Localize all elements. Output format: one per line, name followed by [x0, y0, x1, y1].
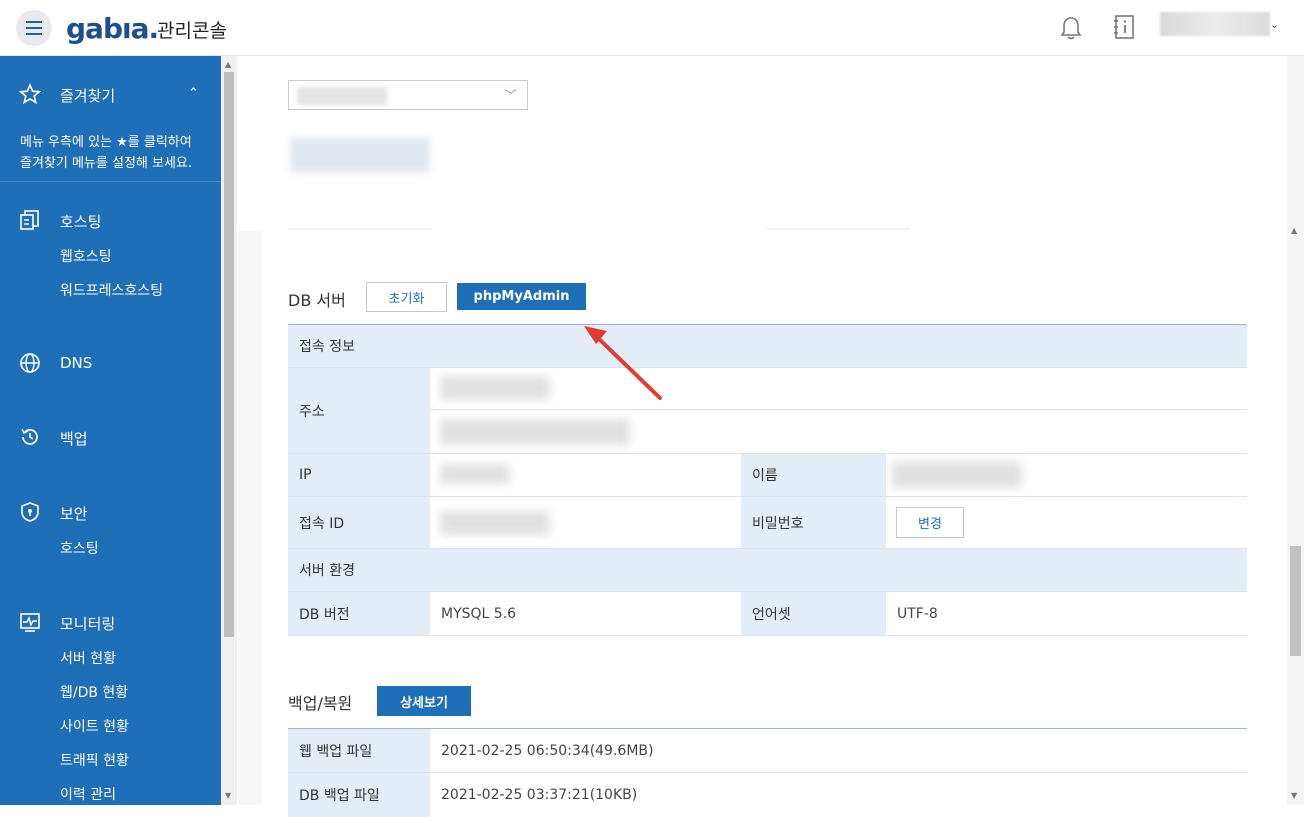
user-menu-caret-icon[interactable]: ⌄	[1270, 18, 1279, 31]
db-version-value: MYSQL 5.6	[430, 592, 741, 635]
favorites-desc-line1: 메뉴 우측에 있는 ★를 클릭하여	[20, 135, 192, 150]
sidebar-item-hosting[interactable]: 호스팅	[60, 211, 101, 232]
db-version-label: DB 버전	[288, 592, 430, 635]
password-label: 비밀번호	[741, 497, 886, 548]
table-row: DB 버전 MYSQL 5.6 언어셋 UTF-8	[288, 592, 1247, 636]
backup-title: 백업/복원	[288, 694, 353, 713]
app-title: 관리콘솔	[157, 20, 227, 42]
charset-value: UTF-8	[886, 592, 1247, 635]
sidebar-item-security[interactable]: 보안	[60, 503, 88, 524]
favorites-collapse-icon[interactable]: ⌃	[188, 86, 199, 101]
sidebar-scrollbar[interactable]: ▲ ▼	[221, 56, 237, 805]
notice-icon[interactable]	[1113, 14, 1135, 40]
top-header: gabıa. 관리콘솔 ⌄	[0, 0, 1304, 56]
globe-icon	[20, 353, 40, 373]
bell-icon[interactable]	[1060, 16, 1082, 40]
db-backup-value: 2021-02-25 03:37:21(10KB)	[430, 773, 1247, 817]
sidebar-item-web-hosting[interactable]: 웹호스팅	[60, 246, 112, 266]
address-label: 주소	[288, 368, 430, 453]
charset-label: 언어셋	[741, 592, 886, 635]
scroll-down-icon[interactable]: ▼	[225, 791, 231, 800]
table-row: 웹 백업 파일 2021-02-25 06:50:34(49.6MB)	[288, 729, 1247, 773]
scroll-down-icon[interactable]: ▼	[1291, 791, 1297, 800]
backup-detail-button[interactable]: 상세보기	[377, 686, 471, 716]
address-value-1	[430, 368, 1247, 410]
ip-value	[430, 454, 741, 496]
change-password-button[interactable]: 변경	[896, 507, 964, 538]
hosting-icon	[20, 210, 39, 230]
sidebar-item-dns[interactable]: DNS	[60, 354, 92, 372]
table-row: 서버 환경	[288, 549, 1247, 592]
selected-service-redacted	[297, 87, 387, 105]
db-server-title: DB 서버	[288, 291, 346, 310]
table-row: 접속 ID 비밀번호	[288, 497, 1247, 549]
sidebar-item-webdb-status[interactable]: 웹/DB 현황	[60, 682, 128, 702]
star-icon	[19, 83, 41, 105]
favorites-description: 메뉴 우측에 있는 ★를 클릭하여 즐겨찾기 메뉴를 설정해 보세요.	[20, 132, 220, 174]
db-info-table: 접속 정보 주소 IP 이름 접속 ID 비밀번호 서버 환경 DB 버전 MY…	[288, 324, 1247, 636]
redacted-value	[440, 511, 550, 535]
redacted-value	[440, 376, 550, 400]
monitor-icon	[20, 613, 40, 632]
scroll-up-icon[interactable]: ▲	[225, 60, 231, 69]
sidebar-item-security-hosting[interactable]: 호스팅	[60, 538, 99, 558]
shield-icon	[21, 502, 39, 522]
reset-button[interactable]: 초기화	[366, 282, 447, 312]
phpmyadmin-button[interactable]: phpMyAdmin	[457, 283, 586, 310]
redacted-value	[440, 419, 630, 445]
divider	[288, 228, 432, 230]
sidebar-item-site-status[interactable]: 사이트 현황	[60, 716, 129, 736]
db-backup-label: DB 백업 파일	[288, 773, 430, 817]
name-value	[886, 454, 1247, 496]
history-icon	[21, 428, 38, 445]
service-name-redacted	[290, 138, 430, 172]
scroll-up-icon[interactable]: ▲	[1291, 226, 1297, 235]
main-scroll-thumb[interactable]	[1290, 546, 1301, 656]
redacted-value	[892, 462, 1022, 488]
sidebar-item-backup[interactable]: 백업	[60, 428, 88, 449]
sidebar: 즐겨찾기 ⌃ 메뉴 우측에 있는 ★를 클릭하여 즐겨찾기 메뉴를 설정해 보세…	[0, 56, 221, 805]
sidebar-item-monitoring[interactable]: 모니터링	[60, 613, 115, 634]
favorites-title[interactable]: 즐겨찾기	[60, 85, 115, 106]
sidebar-scroll-thumb[interactable]	[224, 72, 234, 637]
table-row: 접속 정보	[288, 325, 1247, 368]
user-account-menu[interactable]	[1160, 12, 1270, 36]
conn-id-value	[430, 497, 741, 548]
web-backup-label: 웹 백업 파일	[288, 729, 430, 772]
server-env-header: 서버 환경	[288, 549, 1247, 591]
service-select[interactable]: ﹀	[288, 80, 528, 110]
sidebar-item-server-status[interactable]: 서버 현황	[60, 648, 116, 668]
main-scrollbar[interactable]: ▲ ▼	[1287, 56, 1304, 805]
favorites-section: 즐겨찾기 ⌃ 메뉴 우측에 있는 ★를 클릭하여 즐겨찾기 메뉴를 설정해 보세…	[0, 56, 221, 182]
sidebar-item-history[interactable]: 이력 관리	[60, 784, 116, 804]
favorites-desc-line2: 즐겨찾기 메뉴를 설정해 보세요.	[20, 156, 193, 171]
sidebar-item-wordpress-hosting[interactable]: 워드프레스호스팅	[60, 280, 163, 300]
backup-table: 웹 백업 파일 2021-02-25 06:50:34(49.6MB) DB 백…	[288, 728, 1247, 817]
conn-id-label: 접속 ID	[288, 497, 430, 548]
redacted-value	[440, 464, 510, 484]
chevron-down-icon: ﹀	[503, 89, 517, 104]
address-value-2	[430, 411, 1247, 453]
table-row: IP 이름	[288, 454, 1247, 497]
table-row: DB 백업 파일 2021-02-25 03:37:21(10KB)	[288, 773, 1247, 817]
sidebar-item-traffic-status[interactable]: 트래픽 현황	[60, 750, 129, 770]
conn-info-header: 접속 정보	[288, 325, 1247, 367]
name-label: 이름	[741, 454, 886, 496]
hamburger-icon	[26, 19, 42, 37]
web-backup-value: 2021-02-25 06:50:34(49.6MB)	[430, 729, 1247, 772]
gabia-logo[interactable]: gabıa.	[66, 12, 159, 45]
table-row: 주소	[288, 368, 1247, 454]
ip-label: IP	[288, 454, 430, 496]
hamburger-menu-button[interactable]	[16, 10, 52, 46]
divider	[766, 228, 910, 230]
